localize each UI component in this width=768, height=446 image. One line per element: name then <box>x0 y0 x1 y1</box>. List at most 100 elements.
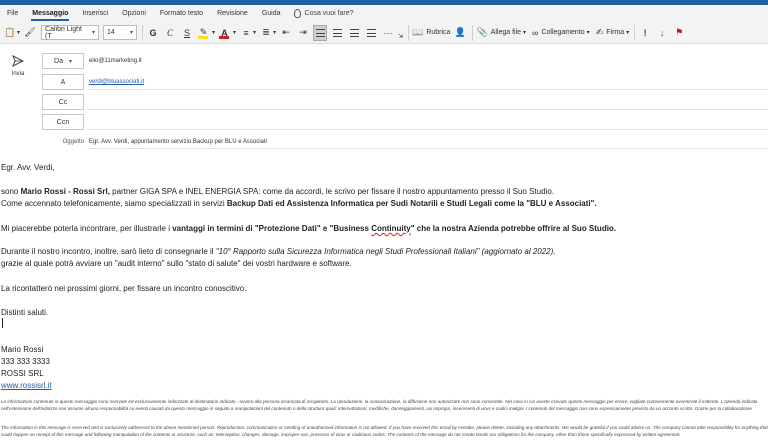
tab-file[interactable]: File <box>0 5 25 22</box>
chevron-down-icon: ▾ <box>92 30 96 36</box>
ccn-field[interactable] <box>87 129 768 130</box>
justify-button[interactable] <box>364 25 378 41</box>
ccn-button[interactable]: Ccn <box>42 114 84 130</box>
from-button[interactable]: Da ▾ <box>42 53 84 69</box>
body-paragraph-1b: Come accennato telefonicamente, siamo sp… <box>1 199 597 208</box>
send-button[interactable]: Invia <box>3 53 33 89</box>
message-body[interactable]: Egr. Avv. Verdi, sono Mario Rossi - Ross… <box>0 150 768 446</box>
tab-inserisci[interactable]: Inserisci <box>75 5 115 22</box>
tab-guida[interactable]: Guida <box>255 5 288 22</box>
body-paragraph-3b: grazie al quale potrà avviare un "audit … <box>1 259 352 268</box>
message-header: Invia Da ▾ elio@11marketing.it A verdi@b… <box>0 44 768 150</box>
disclaimer-english: The information in this message is reser… <box>1 425 768 437</box>
ccn-label: Ccn <box>56 118 70 126</box>
align-left-icon <box>315 28 325 37</box>
tab-opzioni[interactable]: Opzioni <box>115 5 153 22</box>
align-center-button[interactable] <box>330 25 344 41</box>
to-field[interactable]: verdi@bluassociati.it <box>89 79 144 85</box>
from-label: Da <box>54 57 63 65</box>
divider <box>142 24 144 41</box>
underline-button[interactable]: S <box>180 25 194 41</box>
check-names-icon[interactable]: 👤 <box>453 25 467 41</box>
align-center-icon <box>332 28 342 37</box>
paperclip-icon[interactable]: 📎 <box>476 25 487 41</box>
chevron-down-icon: ▾ <box>68 58 72 65</box>
italic-button[interactable]: C <box>163 25 177 41</box>
highlight-button[interactable]: ✎ <box>197 25 211 41</box>
body-paragraph-1a: sono Mario Rossi - Rossi Srl, partner GI… <box>1 187 554 196</box>
divider <box>634 24 636 41</box>
clipboard-icon[interactable]: 📋 <box>3 25 17 41</box>
allega-file-button[interactable]: Allega file <box>491 25 521 41</box>
indent-decrease-icon[interactable]: ⇤ <box>279 25 293 41</box>
font-name-value: Calibri Light (T <box>45 25 82 40</box>
collegamento-caret-icon[interactable]: ▾ <box>587 25 590 41</box>
from-value: elio@11marketing.it <box>89 58 142 64</box>
divider <box>87 148 768 149</box>
body-paragraph-3a: Durante il nostro incontro, inoltre, sar… <box>1 247 556 256</box>
firma-caret-icon[interactable]: ▾ <box>626 25 629 41</box>
tell-me-label: Cosa vuoi fare? <box>304 10 354 17</box>
cc-label: Cc <box>58 98 68 106</box>
align-right-button[interactable] <box>347 25 361 41</box>
text-cursor <box>2 318 3 328</box>
numbered-caret-icon[interactable]: ▾ <box>273 25 276 41</box>
tell-me-box[interactable]: Cosa vuoi fare? <box>288 9 354 18</box>
numbered-list-icon[interactable]: ≣ <box>259 25 273 41</box>
more-options-button[interactable]: ··· <box>381 25 395 41</box>
font-color-button[interactable]: A <box>218 25 232 41</box>
body-paragraph-2: Mi piacerebbe poterla incontrare, per il… <box>1 224 617 233</box>
font-name-select[interactable]: Calibri Light (T ▾ <box>41 25 100 40</box>
greeting: Egr. Avv. Verdi, <box>1 163 55 172</box>
divider <box>472 24 474 41</box>
tab-messaggio[interactable]: Messaggio <box>25 5 75 22</box>
allega-caret-icon[interactable]: ▾ <box>523 25 526 41</box>
menu-bar: File Messaggio Inserisci Opzioni Formato… <box>0 5 768 22</box>
address-book-icon[interactable]: 📖 <box>412 25 423 41</box>
bold-button[interactable]: G <box>146 25 160 41</box>
highlight-caret-icon[interactable]: ▾ <box>212 25 215 41</box>
signature-company: ROSSI SRL <box>1 369 44 378</box>
bullet-list-icon[interactable]: ≡ <box>239 25 253 41</box>
to-label: A <box>60 78 66 86</box>
ribbon-toolbar: 📋 ▾ 🖌 Calibri Light (T ▾ 14 ▾ G C S ✎ ▾ … <box>0 22 768 44</box>
font-size-value: 14 <box>107 29 115 36</box>
send-label: Invia <box>11 71 25 77</box>
low-importance-icon[interactable]: ↓ <box>655 25 669 41</box>
align-left-button[interactable] <box>313 24 328 41</box>
subject-label: Oggetto <box>62 139 84 145</box>
signature-website[interactable]: www.rossisrl.it <box>1 380 52 391</box>
highlight-color-swatch <box>198 36 209 39</box>
bullet-caret-icon[interactable]: ▾ <box>253 25 256 41</box>
indent-increase-icon[interactable]: ⇥ <box>296 25 310 41</box>
tab-formato-testo[interactable]: Formato testo <box>153 5 210 22</box>
signature-phone: 333 333 3333 <box>1 357 50 366</box>
to-button[interactable]: A <box>42 74 84 90</box>
font-size-select[interactable]: 14 ▾ <box>103 25 138 40</box>
format-painter-icon[interactable]: 🖌 <box>23 25 37 41</box>
justify-icon <box>366 28 376 37</box>
high-importance-icon[interactable]: ! <box>638 25 652 41</box>
signature-name: Mario Rossi <box>1 345 44 354</box>
divider <box>408 24 410 41</box>
dialog-launcher-icon[interactable]: ⇲ <box>398 29 403 45</box>
body-paragraph-4: La ricontatterò nei prossimi giorni, per… <box>1 284 247 293</box>
font-color-swatch <box>218 36 229 39</box>
collegamento-button[interactable]: Collegamento <box>541 25 584 41</box>
clipboard-caret-icon[interactable]: ▾ <box>17 25 20 41</box>
firma-button[interactable]: Firma <box>606 25 624 41</box>
closing: Distinti saluti. <box>1 308 49 317</box>
disclaimer-italian: Le informazioni contenute in questo mess… <box>1 399 758 411</box>
flag-icon[interactable]: ⚑ <box>672 25 686 41</box>
tab-revisione[interactable]: Revisione <box>210 5 255 22</box>
cc-field[interactable] <box>87 109 768 110</box>
font-color-caret-icon[interactable]: ▾ <box>233 25 236 41</box>
subject-field[interactable]: Egr. Avv. Verdi, appuntamento servizio B… <box>89 139 267 145</box>
link-icon[interactable]: ∞ <box>532 25 538 41</box>
chevron-down-icon: ▾ <box>130 30 134 36</box>
lightbulb-icon <box>293 9 301 18</box>
send-icon <box>12 55 24 67</box>
rubrica-button[interactable]: Rubrica <box>426 25 450 41</box>
cc-button[interactable]: Cc <box>42 94 84 110</box>
signature-icon[interactable]: ✍ <box>596 25 604 41</box>
